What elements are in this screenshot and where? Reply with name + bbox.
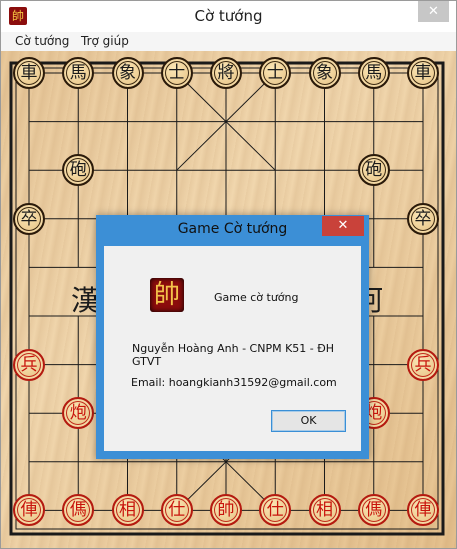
window-close-button[interactable]: ✕ bbox=[418, 1, 449, 22]
black-piece[interactable]: 車 bbox=[407, 57, 439, 89]
black-piece[interactable]: 卒 bbox=[407, 202, 439, 235]
black-piece[interactable]: 士 bbox=[259, 57, 292, 89]
title-bar: 帥 Cờ tướng ✕ bbox=[1, 1, 456, 32]
black-piece[interactable]: 馬 bbox=[357, 57, 390, 89]
black-piece[interactable]: 士 bbox=[160, 57, 193, 89]
about-dialog: Game Cờ tướng ✕ 帥 Game cờ tướng Nguyễn H… bbox=[96, 215, 369, 459]
ok-button[interactable]: OK bbox=[271, 410, 346, 432]
red-piece[interactable]: 相 bbox=[111, 494, 144, 527]
red-piece[interactable]: 兵 bbox=[13, 348, 45, 381]
author-label: Nguyễn Hoàng Anh - CNPM K51 - ĐH GTVT bbox=[132, 342, 335, 368]
red-piece[interactable]: 相 bbox=[308, 494, 341, 527]
menu-item-tro-giup[interactable]: Trợ giúp bbox=[81, 34, 129, 48]
red-piece[interactable]: 傌 bbox=[357, 494, 390, 527]
black-piece[interactable]: 卒 bbox=[13, 202, 45, 235]
dialog-body: 帥 Game cờ tướng Nguyễn Hoàng Anh - CNPM … bbox=[104, 246, 361, 451]
dialog-close-button[interactable]: ✕ bbox=[322, 216, 364, 236]
email-label: Email: hoangkianh31592@gmail.com bbox=[131, 376, 337, 389]
black-piece[interactable]: 將 bbox=[210, 57, 242, 89]
red-piece[interactable]: 兵 bbox=[407, 348, 439, 381]
main-window: 帥 Cờ tướng ✕ Cờ tướng Trợ giúp 漢 河 車馬象士將… bbox=[0, 0, 457, 549]
black-piece[interactable]: 象 bbox=[308, 57, 341, 89]
game-logo-icon: 帥 bbox=[150, 278, 184, 312]
game-name-label: Game cờ tướng bbox=[214, 291, 299, 304]
menu-bar: Cờ tướng Trợ giúp bbox=[1, 32, 456, 51]
black-piece[interactable]: 車 bbox=[13, 57, 45, 89]
red-piece[interactable]: 仕 bbox=[160, 494, 193, 527]
river-text-left: 漢 bbox=[71, 284, 100, 317]
black-piece[interactable]: 馬 bbox=[62, 57, 95, 89]
menu-item-co-tuong[interactable]: Cờ tướng bbox=[15, 34, 69, 48]
window-title: Cờ tướng bbox=[194, 7, 263, 25]
black-piece[interactable]: 象 bbox=[111, 57, 144, 89]
black-piece[interactable]: 砲 bbox=[357, 154, 390, 187]
